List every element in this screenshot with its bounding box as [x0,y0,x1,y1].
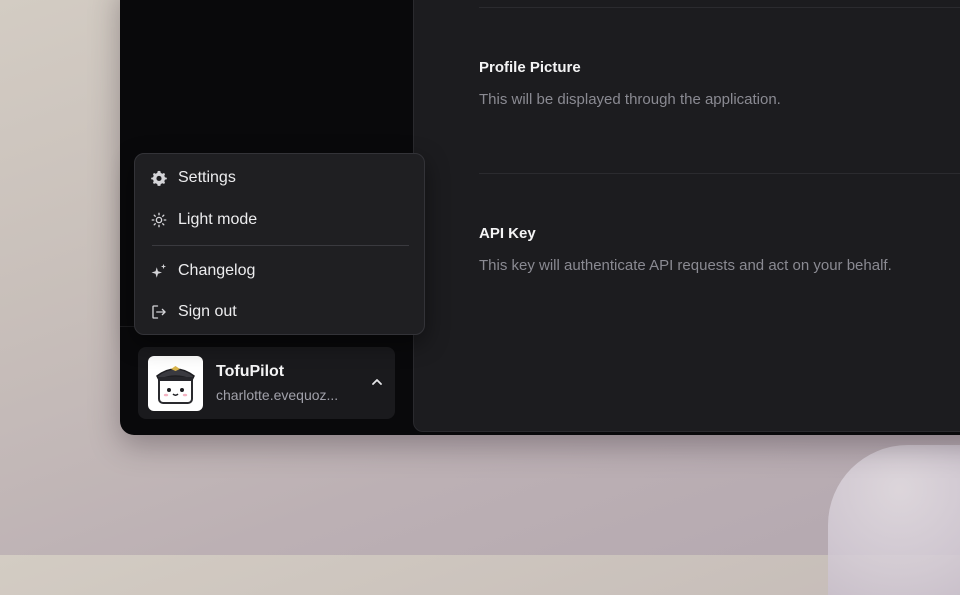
user-account-button[interactable]: TofuPilot charlotte.evequoz... [138,347,395,419]
section-divider [479,7,960,8]
menu-item-label: Light mode [178,211,258,228]
settings-panel: Profile Picture This will be displayed t… [413,0,960,432]
background-decor [828,445,960,595]
sign-out-icon [150,303,168,321]
gear-icon [150,169,168,187]
sun-icon [150,211,168,229]
user-email: charlotte.evequoz... [216,387,339,403]
account-menu: Settings Light mode Changelog Sign out [134,153,425,335]
menu-item-sign-out[interactable]: Sign out [141,295,418,329]
menu-item-label: Changelog [178,262,256,279]
menu-divider [152,245,409,246]
chevron-up-icon[interactable] [367,372,387,392]
sparkles-icon [150,262,168,280]
menu-item-label: Sign out [178,303,237,320]
section-divider [479,173,960,174]
menu-item-label: Settings [178,169,236,186]
menu-item-settings[interactable]: Settings [141,161,418,195]
menu-item-light-mode[interactable]: Light mode [141,203,418,237]
user-name: TofuPilot [216,363,285,380]
tofu-pilot-mascot-icon [156,366,195,404]
avatar [148,356,203,411]
profile-picture-title: Profile Picture [479,59,581,76]
api-key-description: This key will authenticate API requests … [479,257,892,274]
profile-picture-description: This will be displayed through the appli… [479,91,781,108]
menu-item-changelog[interactable]: Changelog [141,254,418,288]
api-key-title: API Key [479,225,536,242]
